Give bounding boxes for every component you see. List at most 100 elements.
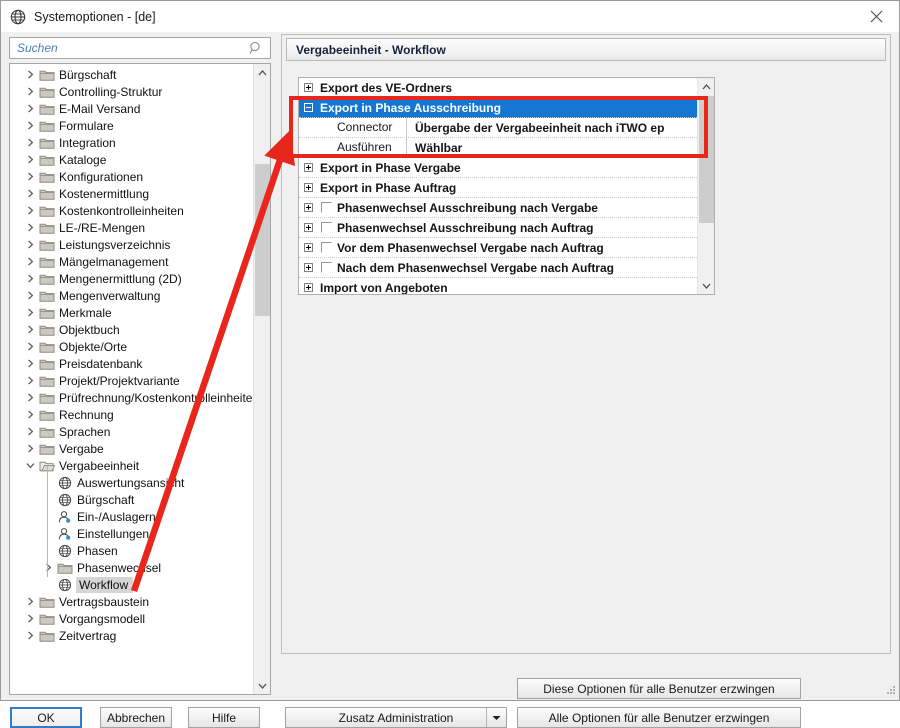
tree-item-rechnung[interactable]: Rechnung	[10, 406, 253, 423]
option-group-row[interactable]: Import von Angeboten	[299, 278, 699, 294]
chevron-right-icon[interactable]	[22, 169, 38, 185]
grid-scrollbar[interactable]	[697, 78, 714, 294]
expand-icon[interactable]	[299, 163, 318, 172]
chevron-right-icon[interactable]	[22, 271, 38, 287]
tree-item-konfigurationen[interactable]: Konfigurationen	[10, 168, 253, 185]
tree-item-zeitvertrag[interactable]: Zeitvertrag	[10, 627, 253, 644]
property-value[interactable]: Wählbar	[407, 141, 462, 155]
option-group-row[interactable]: Vor dem Phasenwechsel Vergabe nach Auftr…	[299, 238, 699, 258]
chevron-right-icon[interactable]	[22, 203, 38, 219]
tree-item-objekte-orte[interactable]: Objekte/Orte	[10, 338, 253, 355]
option-group-row[interactable]: Phasenwechsel Ausschreibung nach Vergabe	[299, 198, 699, 218]
chevron-right-icon[interactable]	[22, 135, 38, 151]
workflow-options-grid[interactable]: Export des VE-Ordners Export in Phase Aus…	[298, 77, 715, 295]
tree-item-sprachen[interactable]: Sprachen	[10, 423, 253, 440]
tree-item-mengenermittlung-2d[interactable]: Mengenermittlung (2D)	[10, 270, 253, 287]
option-group-row[interactable]: Export in Phase Ausschreibung	[299, 98, 699, 118]
property-value[interactable]: Übergabe der Vergabeeinheit nach iTWO ep	[407, 121, 664, 135]
options-tree-panel[interactable]: Bürgschaft Controlling-Struktur E-Mail Ver…	[9, 63, 271, 695]
expand-icon[interactable]	[299, 243, 318, 252]
chevron-right-icon[interactable]	[22, 594, 38, 610]
tree-item-vorgangsmodell[interactable]: Vorgangsmodell	[10, 610, 253, 627]
option-checkbox[interactable]	[318, 202, 335, 213]
tree-item-kostenkontrolleinheiten[interactable]: Kostenkontrolleinheiten	[10, 202, 253, 219]
search-icon[interactable]	[246, 41, 266, 55]
chevron-right-icon[interactable]	[22, 67, 38, 83]
tree-item-controlling-struktur[interactable]: Controlling-Struktur	[10, 83, 253, 100]
option-group-row[interactable]: Export des VE-Ordners	[299, 78, 699, 98]
tree-item-objektbuch[interactable]: Objektbuch	[10, 321, 253, 338]
cancel-button[interactable]: Abbrechen	[100, 707, 172, 728]
tree-item-le-re-mengen[interactable]: LE-/RE-Mengen	[10, 219, 253, 236]
option-group-row[interactable]: Export in Phase Vergabe	[299, 158, 699, 178]
chevron-right-icon[interactable]	[22, 101, 38, 117]
close-icon[interactable]	[853, 1, 899, 31]
chevron-right-icon[interactable]	[22, 152, 38, 168]
tree-scrollbar[interactable]	[253, 64, 270, 694]
force-all-options-button[interactable]: Alle Optionen für alle Benutzer erzwinge…	[517, 707, 801, 728]
chevron-right-icon[interactable]	[22, 390, 38, 406]
tree-item-kostenermittlung[interactable]: Kostenermittlung	[10, 185, 253, 202]
tree-item-preisdatenbank[interactable]: Preisdatenbank	[10, 355, 253, 372]
chevron-right-icon[interactable]	[22, 186, 38, 202]
tree-item-e-mail-versand[interactable]: E-Mail Versand	[10, 100, 253, 117]
search-input[interactable]	[10, 39, 246, 57]
option-checkbox[interactable]	[318, 222, 335, 233]
chevron-right-icon[interactable]	[22, 220, 38, 236]
chevron-right-icon[interactable]	[22, 84, 38, 100]
tree-item-pr-frechnung-kostenkontrolleinheiten[interactable]: Prüfrechnung/Kostenkontrolleinheiten	[10, 389, 253, 406]
scroll-down-button[interactable]	[254, 677, 270, 694]
chevron-right-icon[interactable]	[22, 424, 38, 440]
chevron-right-icon[interactable]	[22, 237, 38, 253]
scroll-up-button[interactable]	[698, 78, 714, 95]
chevron-right-icon[interactable]	[22, 288, 38, 304]
chevron-right-icon[interactable]	[22, 373, 38, 389]
tree-item-leistungsverzeichnis[interactable]: Leistungsverzeichnis	[10, 236, 253, 253]
option-property-row[interactable]: Connector Übergabe der Vergabeeinheit nac…	[299, 117, 699, 138]
option-checkbox[interactable]	[318, 262, 335, 273]
chevron-right-icon[interactable]	[22, 305, 38, 321]
tree-item-projekt-projektvariante[interactable]: Projekt/Projektvariante	[10, 372, 253, 389]
expand-icon[interactable]	[299, 263, 318, 272]
tree-item-vergabe[interactable]: Vergabe	[10, 440, 253, 457]
help-button[interactable]: Hilfe	[188, 707, 260, 728]
tree-item-kataloge[interactable]: Kataloge	[10, 151, 253, 168]
chevron-right-icon[interactable]	[22, 407, 38, 423]
tree-item-m-ngelmanagement[interactable]: Mängelmanagement	[10, 253, 253, 270]
resize-grip[interactable]	[884, 685, 896, 697]
grid-scroll-thumb[interactable]	[699, 96, 714, 223]
expand-icon[interactable]	[299, 203, 318, 212]
chevron-right-icon[interactable]	[22, 118, 38, 134]
options-tree[interactable]: Bürgschaft Controlling-Struktur E-Mail Ver…	[10, 64, 253, 694]
tree-item-mengenverwaltung[interactable]: Mengenverwaltung	[10, 287, 253, 304]
option-checkbox[interactable]	[318, 242, 335, 253]
scroll-up-button[interactable]	[254, 64, 270, 81]
expand-icon[interactable]	[299, 283, 318, 292]
tree-item-merkmale[interactable]: Merkmale	[10, 304, 253, 321]
ok-button[interactable]: OK	[10, 707, 82, 728]
chevron-right-icon[interactable]	[22, 611, 38, 627]
expand-icon[interactable]	[299, 83, 318, 92]
expand-icon[interactable]	[299, 183, 318, 192]
tree-scroll-thumb[interactable]	[255, 164, 270, 316]
tree-item-b-rgschaft[interactable]: Bürgschaft	[10, 66, 253, 83]
zusatz-administration-button[interactable]: Zusatz Administration	[285, 707, 507, 728]
collapse-icon[interactable]	[299, 103, 318, 112]
chevron-down-icon[interactable]	[486, 708, 506, 727]
option-group-row[interactable]: Phasenwechsel Ausschreibung nach Auftrag	[299, 218, 699, 238]
panel-header-tab[interactable]: Vergabeeinheit - Workflow	[286, 38, 886, 61]
option-group-row[interactable]: Nach dem Phasenwechsel Vergabe nach Auft…	[299, 258, 699, 278]
chevron-right-icon[interactable]	[22, 441, 38, 457]
chevron-down-icon[interactable]	[22, 458, 38, 474]
chevron-right-icon[interactable]	[22, 356, 38, 372]
expand-icon[interactable]	[299, 223, 318, 232]
option-group-row[interactable]: Export in Phase Auftrag	[299, 178, 699, 198]
chevron-right-icon[interactable]	[22, 339, 38, 355]
tree-item-formulare[interactable]: Formulare	[10, 117, 253, 134]
workflow-options-list[interactable]: Export des VE-Ordners Export in Phase Aus…	[299, 78, 699, 294]
scroll-down-button[interactable]	[698, 277, 714, 294]
search-box[interactable]	[9, 37, 271, 59]
tree-item-workflow[interactable]: Workflow	[10, 576, 253, 593]
chevron-right-icon[interactable]	[22, 628, 38, 644]
tree-item-integration[interactable]: Integration	[10, 134, 253, 151]
